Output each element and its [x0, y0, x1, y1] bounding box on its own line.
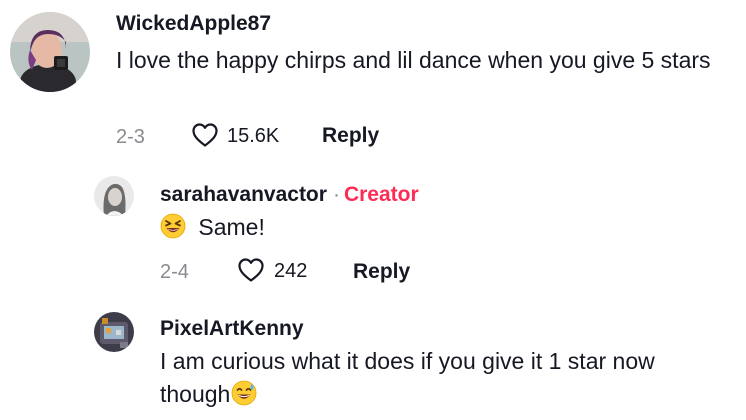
- avatar[interactable]: [94, 312, 134, 352]
- comment-text-line-2: though: [160, 378, 745, 415]
- comment-username[interactable]: WickedApple87: [116, 11, 271, 37]
- reply-button[interactable]: Reply: [353, 260, 410, 284]
- like-count: 242: [274, 260, 308, 282]
- comment-text-wrapper: Same!: [160, 211, 265, 248]
- comment-date: 2-3: [116, 126, 145, 148]
- comment-text: though: [160, 381, 231, 407]
- comment-text-line: I am curious what it does if you give it…: [160, 348, 655, 374]
- heart-icon[interactable]: [191, 122, 219, 148]
- like-count: 15.6K: [227, 125, 280, 147]
- reply-button[interactable]: Reply: [322, 124, 379, 148]
- comment-text: I love the happy chirps and lil dance wh…: [116, 47, 711, 73]
- heart-icon[interactable]: [237, 257, 265, 283]
- grinning-face-with-sweat-icon: [231, 380, 257, 415]
- grinning-squinting-face-icon: [160, 213, 186, 248]
- creator-badge: Creator: [343, 183, 419, 206]
- username-label[interactable]: sarahavanvactor: [160, 183, 327, 206]
- comment-username[interactable]: PixelArtKenny: [160, 316, 304, 342]
- comment-date: 2-4: [160, 261, 189, 283]
- avatar[interactable]: [10, 12, 90, 92]
- comment-username: sarahavanvactor · Creator: [160, 182, 419, 208]
- comment-text-wrapper: I am curious what it does if you give it…: [160, 345, 745, 415]
- avatar[interactable]: [94, 176, 134, 216]
- comment-text: Same!: [198, 214, 265, 240]
- separator: ·: [332, 183, 340, 206]
